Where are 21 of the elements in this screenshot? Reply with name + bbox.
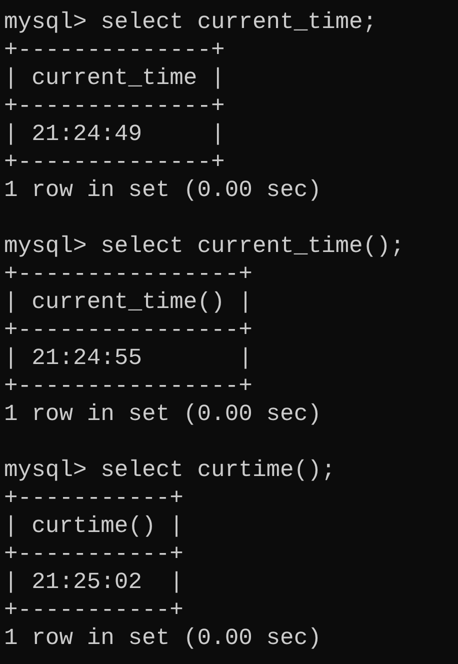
result-summary: 1 row in set (0.00 sec)	[4, 400, 322, 428]
table-border: +--------------+	[4, 148, 225, 176]
table-border: +----------------+	[4, 316, 252, 344]
result-summary: 1 row in set (0.00 sec)	[4, 624, 322, 652]
table-border: +----------------+	[4, 260, 252, 288]
table-header: | curtime() |	[4, 512, 184, 540]
command-line: mysql> select current_time;	[4, 8, 377, 36]
command-line: mysql> select current_time();	[4, 232, 404, 260]
table-border: +-----------+	[4, 484, 184, 512]
table-row: | 21:24:55 |	[4, 344, 252, 372]
table-border: +----------------+	[4, 372, 252, 400]
table-border: +-----------+	[4, 540, 184, 568]
result-summary: 1 row in set (0.00 sec)	[4, 176, 322, 204]
table-border: +--------------+	[4, 92, 225, 120]
table-border: +-----------+	[4, 596, 184, 624]
table-border: +--------------+	[4, 36, 225, 64]
table-row: | 21:25:02 |	[4, 568, 184, 596]
table-header: | current_time() |	[4, 288, 252, 316]
table-row: | 21:24:49 |	[4, 120, 225, 148]
table-header: | current_time |	[4, 64, 225, 92]
command-line: mysql> select curtime();	[4, 456, 336, 484]
